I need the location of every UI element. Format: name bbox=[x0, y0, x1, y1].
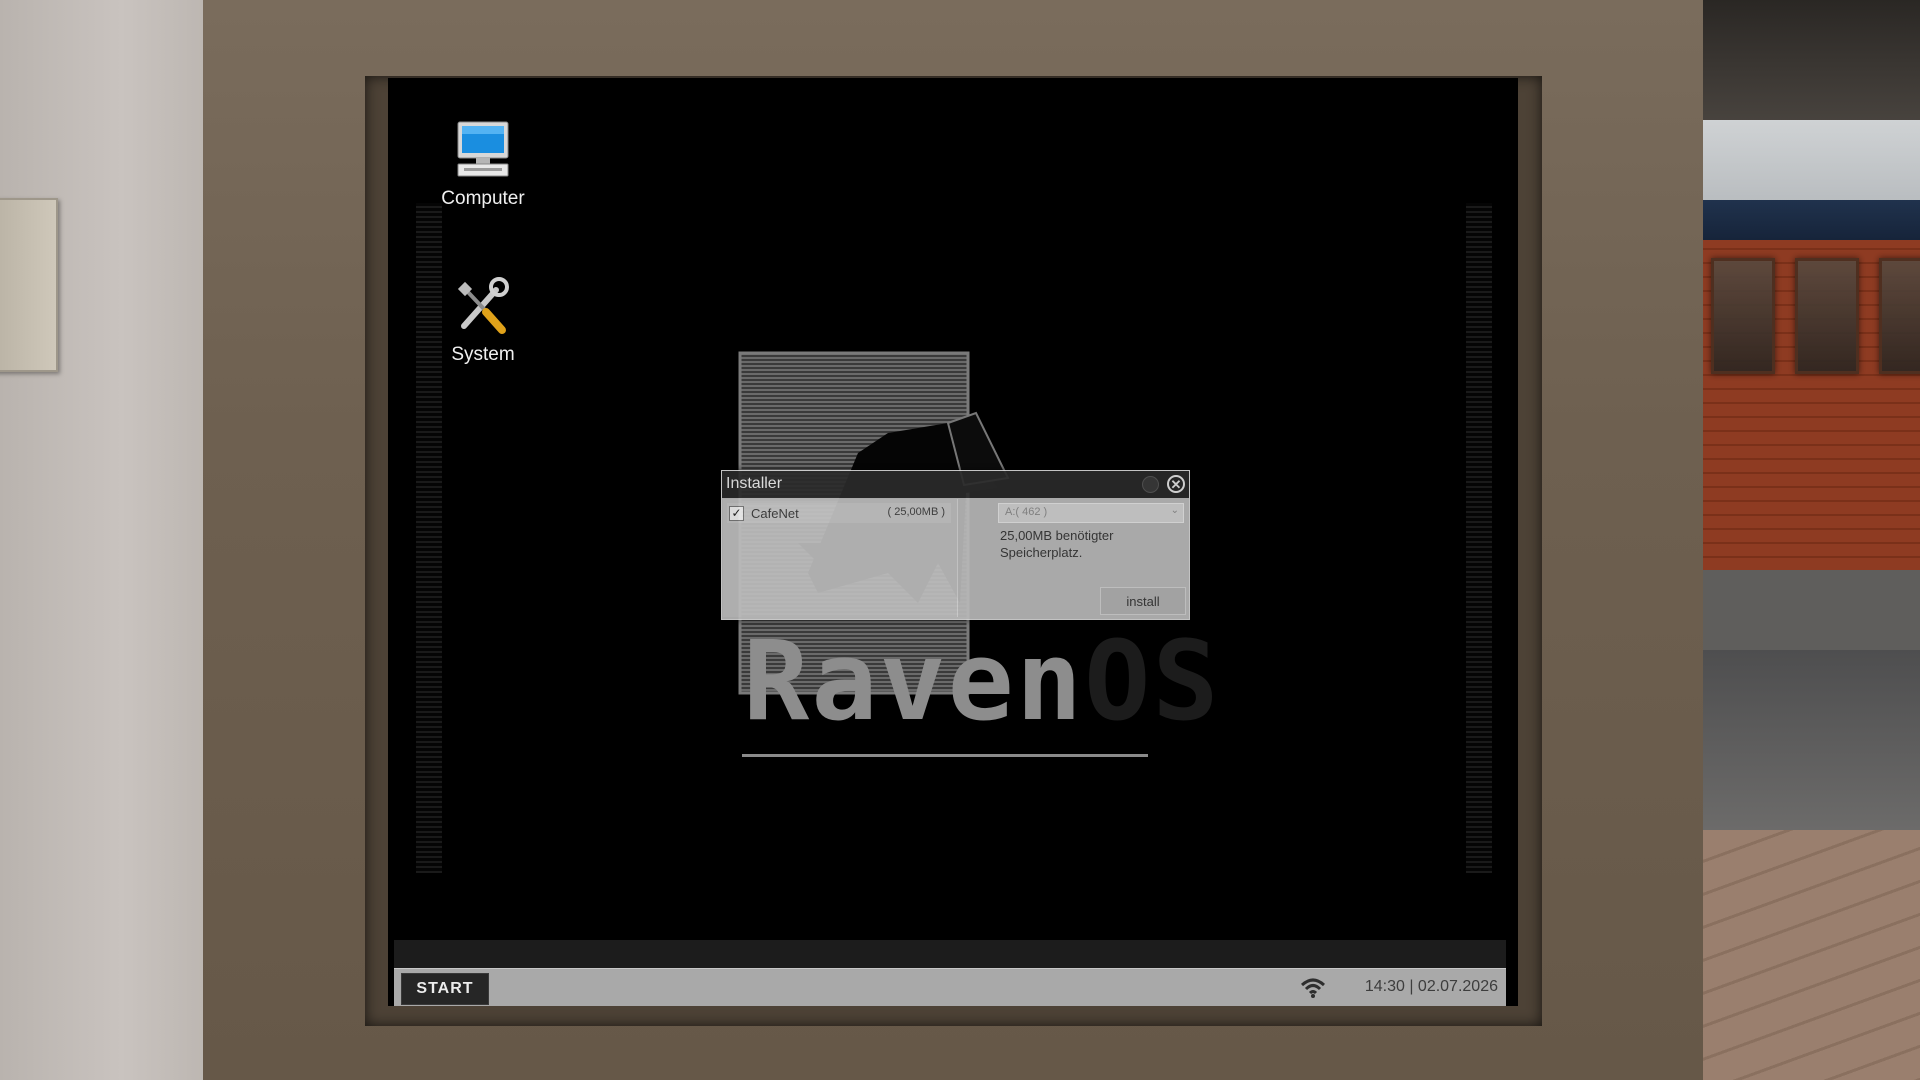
desktop-icon-system[interactable]: System bbox=[423, 276, 543, 366]
package-checkbox[interactable]: ✓ bbox=[729, 506, 744, 521]
tools-icon bbox=[457, 277, 509, 334]
taskbar-shadow bbox=[394, 940, 1506, 968]
start-button[interactable]: START bbox=[401, 973, 489, 1005]
close-button[interactable]: ✕ bbox=[1167, 475, 1185, 493]
desktop-icon-label: System bbox=[451, 344, 515, 365]
package-list: ✓ CafeNet ( 25,00MB ) bbox=[723, 499, 958, 617]
chevron-down-icon: ⌄ bbox=[1170, 505, 1179, 516]
install-button[interactable]: install bbox=[1100, 587, 1186, 615]
logo-word-raven: Raven bbox=[743, 617, 1085, 745]
window-title: Installer bbox=[726, 475, 783, 492]
installer-window[interactable]: Installer ✕ ✓ CafeNet ( 25,00MB ) A:( 46… bbox=[721, 470, 1190, 620]
logo-word-os: OS bbox=[1084, 617, 1221, 745]
check-icon: ✓ bbox=[731, 506, 742, 520]
minimize-button[interactable] bbox=[1142, 476, 1159, 493]
wifi-icon[interactable] bbox=[1300, 977, 1326, 999]
desktop-icon-label: Computer bbox=[441, 188, 525, 209]
os-logo-text: RavenOS bbox=[743, 626, 1221, 736]
drive-select[interactable]: A:( 462 ) ⌄ bbox=[998, 503, 1184, 523]
crt-screen: Computer System RavenOS Installer ✕ ✓ Ca… bbox=[388, 78, 1518, 1006]
space-requirement: 25,00MB benötigter Speicherplatz. bbox=[1000, 528, 1114, 560]
street-view bbox=[1703, 0, 1920, 1080]
package-size: ( 25,00MB ) bbox=[887, 506, 945, 518]
computer-icon bbox=[457, 121, 509, 177]
window-titlebar[interactable]: Installer ✕ bbox=[722, 471, 1189, 498]
room-wall bbox=[0, 0, 203, 1080]
wall-switch bbox=[0, 198, 58, 372]
list-item[interactable]: ✓ CafeNet ( 25,00MB ) bbox=[727, 503, 951, 523]
taskbar: START 14:30 | 02.07.2026 bbox=[394, 968, 1506, 1006]
package-name: CafeNet bbox=[751, 506, 799, 521]
desktop-icon-computer[interactable]: Computer bbox=[423, 120, 543, 210]
drive-value: A:( 462 ) bbox=[1005, 506, 1048, 518]
logo-underline bbox=[742, 754, 1148, 757]
close-icon: ✕ bbox=[1170, 477, 1182, 492]
scanline-strip-right bbox=[1466, 203, 1492, 873]
clock[interactable]: 14:30 | 02.07.2026 bbox=[1365, 978, 1498, 996]
